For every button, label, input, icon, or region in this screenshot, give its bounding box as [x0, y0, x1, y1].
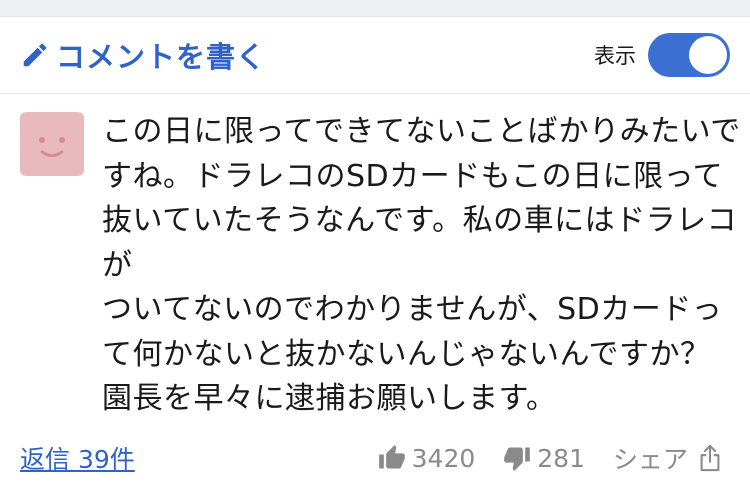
- write-comment-button[interactable]: コメントを書く: [20, 34, 266, 76]
- toggle-knob: [689, 36, 727, 74]
- comment-actions: 3420 281 シェア: [350, 440, 730, 476]
- share-icon: [700, 444, 720, 472]
- avatar[interactable]: [20, 112, 84, 176]
- like-button[interactable]: 3420: [378, 443, 476, 473]
- like-count: 3420: [411, 443, 476, 473]
- display-toggle-label: 表示: [594, 44, 636, 68]
- comment-text: この日に限ってできてないことばかりみたいで すね。ドラレコのSDカードもこの日に…: [102, 110, 741, 422]
- dislike-button[interactable]: 281: [503, 444, 585, 473]
- share-label: シェア: [612, 445, 688, 474]
- top-spacer: [0, 0, 750, 16]
- write-comment-label: コメントを書く: [56, 40, 267, 74]
- comment-line: が: [102, 247, 133, 283]
- comment-item: この日に限ってできてないことばかりみたいで すね。ドラレコのSDカードもこの日に…: [0, 94, 750, 422]
- comment-footer: 返信 39件 3420 281 シェア: [0, 430, 750, 486]
- comment-header: コメントを書く 表示: [0, 16, 750, 94]
- thumbs-up-icon: [378, 445, 405, 469]
- share-button[interactable]: シェア: [613, 440, 730, 476]
- smiley-face-icon: [39, 137, 65, 157]
- comment-line: この日に限ってできてないことばかりみたいで: [102, 114, 741, 149]
- comment-line: て何かないと抜かないんじゃないんですか？: [102, 336, 711, 372]
- comment-line: 抜いていたそうなんです。私の車にはドラレコ: [102, 203, 738, 238]
- comment-line: すね。ドラレコのSDカードもこの日に限って: [102, 158, 724, 194]
- thumbs-down-icon: [504, 447, 531, 471]
- pencil-icon: [23, 43, 47, 67]
- reply-link[interactable]: 返信 39件: [20, 440, 135, 476]
- comment-line: ついてないのでわかりませんが、SDカードっ: [102, 292, 723, 327]
- dislike-count: 281: [537, 443, 585, 473]
- display-toggle[interactable]: [648, 33, 730, 77]
- display-toggle-group: 表示: [594, 33, 730, 77]
- comment-line: 園長を早々に逮捕お願いします。: [102, 381, 557, 416]
